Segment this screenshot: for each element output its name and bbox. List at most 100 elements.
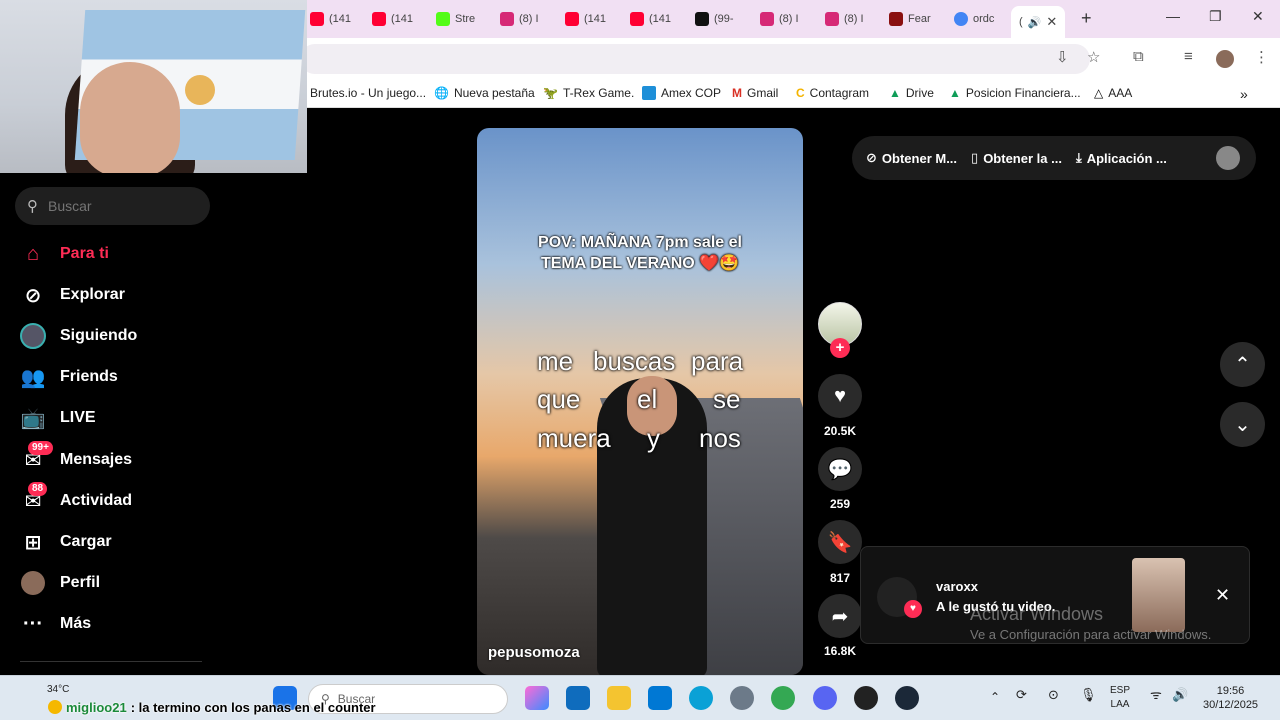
- sidebar-item-mas[interactable]: ··· Más: [20, 609, 91, 639]
- tab-youtube-3[interactable]: (141: [565, 6, 606, 32]
- youtube-icon: [310, 12, 324, 26]
- get-app-button[interactable]: ▯ Obtener la ...: [971, 150, 1062, 166]
- user-avatar[interactable]: [1216, 146, 1240, 170]
- obs-icon[interactable]: [854, 686, 878, 710]
- clock[interactable]: 19:56 30/12/2025: [1203, 684, 1258, 712]
- search-icon: ⚲: [27, 198, 38, 215]
- weather-widget[interactable]: 34°C: [47, 684, 69, 695]
- video-player[interactable]: POV: MAÑANA 7pm sale el TEMA DEL VERANO …: [477, 128, 803, 675]
- tab-kick[interactable]: Stre: [436, 6, 475, 32]
- amex-icon: [642, 86, 656, 100]
- comment-button[interactable]: 💬: [818, 447, 862, 491]
- share-icon: ➦: [831, 605, 849, 628]
- sidebar-item-cargar[interactable]: ⊞ Cargar: [20, 527, 112, 557]
- bookmark-nueva-pestana[interactable]: 🌐 Nueva pestaña: [434, 86, 535, 100]
- search-bar[interactable]: ⚲: [15, 187, 210, 225]
- bookmark-posicion[interactable]: ▲ Posicion Financiera...: [949, 86, 1081, 100]
- volume-icon[interactable]: 🔊: [1172, 688, 1188, 702]
- download-icon: ⤓: [1075, 150, 1082, 165]
- tab-youtube-4[interactable]: (141: [630, 6, 671, 32]
- wifi-icon[interactable]: ᯤ: [1150, 688, 1162, 702]
- tab-google[interactable]: ordc: [954, 6, 994, 32]
- tab-fear[interactable]: Fear: [889, 6, 931, 32]
- sidebar-item-siguiendo[interactable]: Siguiendo: [20, 321, 137, 351]
- store-icon[interactable]: [648, 686, 672, 710]
- video-caption-line2: TEMA DEL VERANO ❤️🤩: [540, 255, 740, 272]
- chrome-menu-icon[interactable]: ⋮: [1254, 48, 1269, 66]
- gmail-icon: M: [732, 86, 742, 100]
- bookmark-trex[interactable]: 🦖 T-Rex Game.: [543, 86, 634, 100]
- bookmark-star-icon[interactable]: ☆: [1087, 48, 1100, 66]
- sidebar-item-mensajes[interactable]: ✉ 99+ Mensajes: [20, 441, 132, 475]
- previous-video-button[interactable]: ⌃: [1220, 342, 1265, 387]
- chrome-icon[interactable]: [771, 686, 795, 710]
- bookmarks-overflow-icon[interactable]: »: [1240, 86, 1248, 102]
- tab-active[interactable]: (🔊 ✕: [1011, 6, 1066, 38]
- more-icon: ···: [23, 612, 43, 635]
- settings-icon[interactable]: [730, 686, 754, 710]
- top-actions-bar: ⊘ Obtener M... ▯ Obtener la ... ⤓ Aplicació…: [852, 136, 1256, 180]
- bookmark-aaa[interactable]: △ AAA: [1094, 86, 1132, 100]
- sync-icon[interactable]: ⟳: [1016, 688, 1027, 702]
- edge-icon[interactable]: [689, 686, 713, 710]
- save-button[interactable]: 🔖: [818, 520, 862, 564]
- steam-icon[interactable]: [895, 686, 919, 710]
- friends-icon: 👥: [20, 366, 46, 389]
- tab-youtube-2[interactable]: (141: [372, 6, 413, 32]
- weather-temp: 34°C: [47, 684, 70, 695]
- microphone-icon[interactable]: 🎙: [1080, 688, 1097, 702]
- compass-icon: ⊘: [24, 284, 42, 307]
- bookmark-gmail[interactable]: M Gmail: [732, 86, 778, 100]
- outlook-icon[interactable]: [566, 686, 590, 710]
- tab-youtube-1[interactable]: (141: [310, 6, 351, 32]
- lyric-word: se: [713, 384, 741, 414]
- next-video-button[interactable]: ⌄: [1220, 402, 1265, 447]
- get-coins-button[interactable]: ⊘ Obtener M...: [866, 150, 957, 166]
- close-tab-icon[interactable]: ✕: [1046, 14, 1057, 30]
- omnibox[interactable]: [300, 44, 1090, 74]
- bookmark-contagram[interactable]: C Contagram: [796, 86, 869, 100]
- video-username[interactable]: pepusomoza: [488, 644, 580, 661]
- profile-avatar-icon[interactable]: [1216, 50, 1234, 68]
- sidebar-item-friends[interactable]: 👥 Friends: [20, 362, 118, 392]
- tab-instagram-1[interactable]: (8) I: [500, 6, 539, 32]
- lyric-word: buscas: [593, 346, 676, 376]
- desktop-app-button[interactable]: ⤓ Aplicación ...: [1076, 150, 1167, 166]
- bookmark-amex[interactable]: Amex COP: [642, 86, 721, 100]
- media-control-icon[interactable]: ≡: [1184, 48, 1193, 65]
- profile-icon: [20, 570, 46, 596]
- new-tab-button[interactable]: +: [1081, 8, 1092, 29]
- search-input[interactable]: [48, 198, 188, 214]
- sidebar-item-perfil[interactable]: Perfil: [20, 568, 100, 598]
- network-icon[interactable]: ⊙: [1048, 688, 1059, 702]
- extensions-icon[interactable]: ⧉: [1133, 48, 1144, 65]
- following-icon: [20, 323, 46, 349]
- sidebar-item-actividad[interactable]: ✉ 88 Actividad: [20, 482, 132, 516]
- tab-instagram-3[interactable]: (8) I: [825, 6, 864, 32]
- language-indicator[interactable]: ESP LAA: [1110, 684, 1130, 712]
- close-window-button[interactable]: ✕: [1252, 8, 1264, 25]
- sidebar-item-live[interactable]: 📺 LIVE: [20, 403, 96, 433]
- bookmark-brutes[interactable]: Brutes.io - Un juego...: [310, 86, 426, 100]
- bookmark-icon: 🔖: [827, 531, 853, 554]
- share-button[interactable]: ➦: [818, 594, 862, 638]
- tab-tiktok[interactable]: (99-: [695, 6, 734, 32]
- chat-badge-icon: [48, 700, 62, 714]
- chevron-down-icon: ⌄: [1234, 414, 1251, 436]
- close-icon[interactable]: ✕: [1215, 585, 1230, 606]
- install-app-icon[interactable]: ⇩: [1056, 48, 1069, 66]
- restore-button[interactable]: ❐: [1209, 8, 1222, 25]
- minimize-button[interactable]: —: [1166, 8, 1180, 24]
- discord-icon[interactable]: [813, 686, 837, 710]
- lyric-word: y: [647, 423, 660, 453]
- sidebar-item-para-ti[interactable]: ⌂ Para ti: [20, 239, 109, 269]
- copilot-icon[interactable]: [525, 686, 549, 710]
- bookmark-drive[interactable]: ▲ Drive: [889, 86, 934, 100]
- clock-time: 19:56: [1216, 685, 1245, 697]
- sidebar-item-explorar[interactable]: ⊘ Explorar: [20, 280, 125, 310]
- tab-instagram-2[interactable]: (8) I: [760, 6, 799, 32]
- tray-overflow-icon[interactable]: ⌃: [990, 690, 1000, 704]
- follow-button[interactable]: +: [830, 338, 850, 358]
- file-explorer-icon[interactable]: [607, 686, 631, 710]
- like-button[interactable]: ♥: [818, 374, 862, 418]
